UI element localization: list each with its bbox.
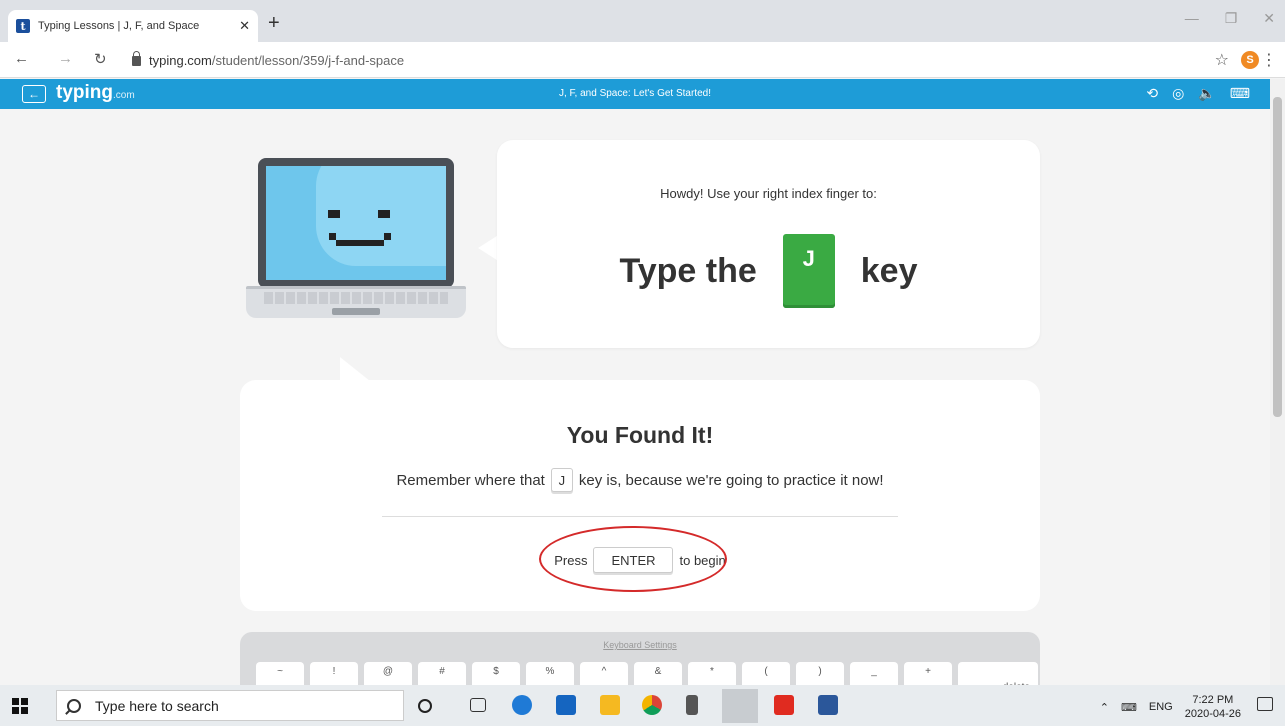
back-arrow-icon[interactable]: ← [14, 50, 29, 67]
divider [382, 516, 898, 517]
touch-keyboard-icon[interactable]: ⌨ [1121, 701, 1137, 714]
remember-text: Remember where that J key is, because we… [240, 468, 1040, 492]
lesson-title: J, F, and Space: Let's Get Started! [559, 88, 711, 99]
laptop-screen [258, 158, 454, 288]
scroll-thumb[interactable] [1273, 97, 1282, 417]
task-view-icon[interactable] [470, 698, 486, 712]
reload-icon[interactable]: ↻ [94, 50, 107, 68]
clock-time: 7:22 PM [1192, 694, 1234, 706]
notification-center-icon[interactable] [1257, 697, 1273, 711]
red-annotation-circle [539, 526, 727, 592]
tab-title: Typing Lessons | J, F, and Space [38, 20, 200, 32]
type-suffix: key [860, 251, 918, 290]
browser-menu-icon[interactable]: ⋮ [1261, 50, 1277, 70]
type-prefix: Type the [619, 251, 757, 290]
smiley-face-icon [266, 166, 446, 280]
profile-avatar[interactable]: S [1241, 51, 1259, 69]
forward-arrow-icon[interactable]: → [58, 50, 73, 67]
system-clock[interactable]: 7:22 PM 2020-04-26 [1185, 693, 1241, 721]
remember-suffix: key is, because we're going to practice … [578, 471, 884, 489]
clock-date: 2020-04-26 [1184, 708, 1241, 720]
system-tray: ⌃ ⌨ ENG 7:22 PM 2020-04-26 [1100, 693, 1241, 721]
edge-icon[interactable] [512, 695, 532, 715]
address-bar: ← → ↻ typing.com/student/lesson/359/j-f-… [0, 42, 1285, 78]
browser-tab[interactable]: t Typing Lessons | J, F, and Space ✕ [8, 10, 258, 42]
new-tab-button[interactable]: + [268, 12, 280, 35]
windows-taskbar: Type here to search ⌃ ⌨ ENG 7:22 PM 2020… [0, 685, 1285, 726]
window-close-icon[interactable]: ✕ [1263, 10, 1275, 27]
browser-tab-strip: t Typing Lessons | J, F, and Space ✕ + —… [0, 0, 1285, 42]
window-controls: — ❐ ✕ [1185, 10, 1275, 27]
bookmark-star-icon[interactable]: ☆ [1215, 50, 1229, 70]
found-title: You Found It! [566, 422, 714, 448]
hide-eye-icon[interactable]: ◎ [1172, 85, 1184, 102]
url-path: /student/lesson/359/j-f-and-space [211, 53, 405, 68]
url-domain: typing.com [149, 53, 212, 68]
volume-icon[interactable]: 🔈 [1198, 85, 1215, 102]
site-header: ← typing.com J, F, and Space: Let's Get … [0, 79, 1270, 109]
acrobat-icon[interactable] [774, 695, 794, 715]
search-placeholder: Type here to search [95, 697, 219, 714]
inline-key-j: J [550, 468, 573, 492]
minimize-icon[interactable]: — [1185, 10, 1199, 27]
active-app-icon[interactable] [722, 689, 758, 723]
keyboard-icon[interactable]: ⌨ [1230, 85, 1250, 102]
usb-icon[interactable] [686, 695, 698, 715]
lock-icon [132, 50, 141, 66]
file-explorer-icon[interactable] [600, 695, 620, 715]
language-indicator[interactable]: ENG [1149, 701, 1173, 713]
type-instruction: Type the J key [497, 234, 1040, 308]
target-key-j: J [782, 234, 835, 308]
page-scrollbar[interactable] [1270, 79, 1285, 685]
url-field[interactable]: typing.com/student/lesson/359/j-f-and-sp… [132, 50, 405, 68]
instruction-prompt: Howdy! Use your right index finger to: [660, 186, 877, 201]
word-icon[interactable] [818, 695, 838, 715]
maximize-icon[interactable]: ❐ [1225, 10, 1238, 27]
windows-start-icon[interactable] [12, 698, 28, 714]
history-icon[interactable]: ⟲ [1146, 85, 1158, 102]
header-toolbar: ⟲ ◎ 🔈 ⌨ [1146, 85, 1250, 102]
tab-close-icon[interactable]: ✕ [239, 18, 250, 34]
taskbar-search-box[interactable]: Type here to search [56, 690, 404, 721]
chrome-icon[interactable] [642, 695, 662, 715]
store-icon[interactable] [556, 695, 576, 715]
search-icon [67, 698, 81, 713]
laptop-mascot-illustration [246, 158, 466, 328]
chevron-up-icon[interactable]: ⌃ [1100, 701, 1109, 714]
cortana-icon[interactable] [418, 699, 432, 713]
remember-prefix: Remember where that [396, 471, 545, 489]
instruction-bubble: Howdy! Use your right index finger to: T… [497, 140, 1040, 348]
typing-favicon-icon: t [16, 19, 30, 33]
found-panel-tail [340, 357, 370, 381]
keyboard-settings-link[interactable]: Keyboard Settings [240, 640, 1040, 650]
